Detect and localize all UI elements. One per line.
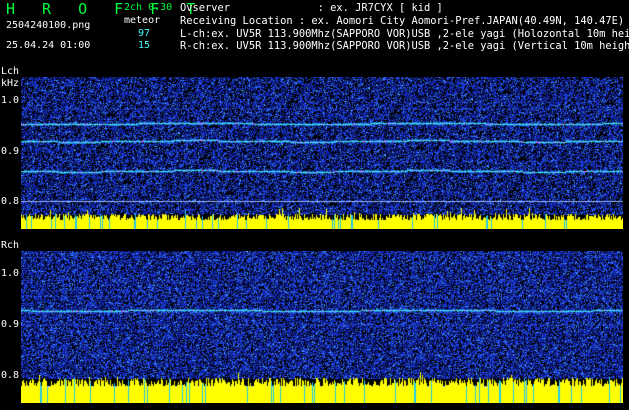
rch-ytick-1-0: 1.0 (1, 268, 20, 279)
rch-ytick-0-8: 0.8 (1, 370, 20, 381)
rch-channel-label: Rch (1, 240, 20, 251)
rch-config-line: R-ch:ex. UV5R 113.900Mhz(SAPPORO VOR)USB… (180, 40, 629, 52)
hroftt-window: H R O F F T 2504240100.png 25.04.24 01:0… (0, 0, 629, 410)
meteor-label: meteor (124, 15, 161, 26)
lch-count: 97 (138, 28, 151, 39)
lch-spectrogram (21, 77, 623, 229)
app-title: H R O F F T (6, 0, 205, 18)
lch-ytick-1-0: 1.0 (1, 95, 20, 106)
lch-config-line: L-ch:ex. UV5R 113.900Mhz(SAPPORO VOR)USB… (180, 28, 629, 40)
datetime-label: 25.04.24 01:00 (6, 40, 91, 51)
filename-label: 2504240100.png (6, 20, 91, 31)
rch-spectrogram (21, 251, 623, 403)
lch-unit-label: kHz (1, 78, 20, 89)
lch-channel-label: Lch (1, 66, 20, 77)
lch-ytick-0-8: 0.8 (1, 196, 20, 207)
lch-ytick-0-9: 0.9 (1, 146, 20, 157)
observer-line: Ovserver : ex. JR7CYX [ kid ] (180, 2, 443, 14)
rch-count: 15 (138, 40, 151, 51)
mode-label: 2ch 0.30 (124, 2, 173, 13)
rch-ytick-0-9: 0.9 (1, 319, 20, 330)
location-line: Receiving Location : ex. Aomori City Aom… (180, 15, 625, 27)
